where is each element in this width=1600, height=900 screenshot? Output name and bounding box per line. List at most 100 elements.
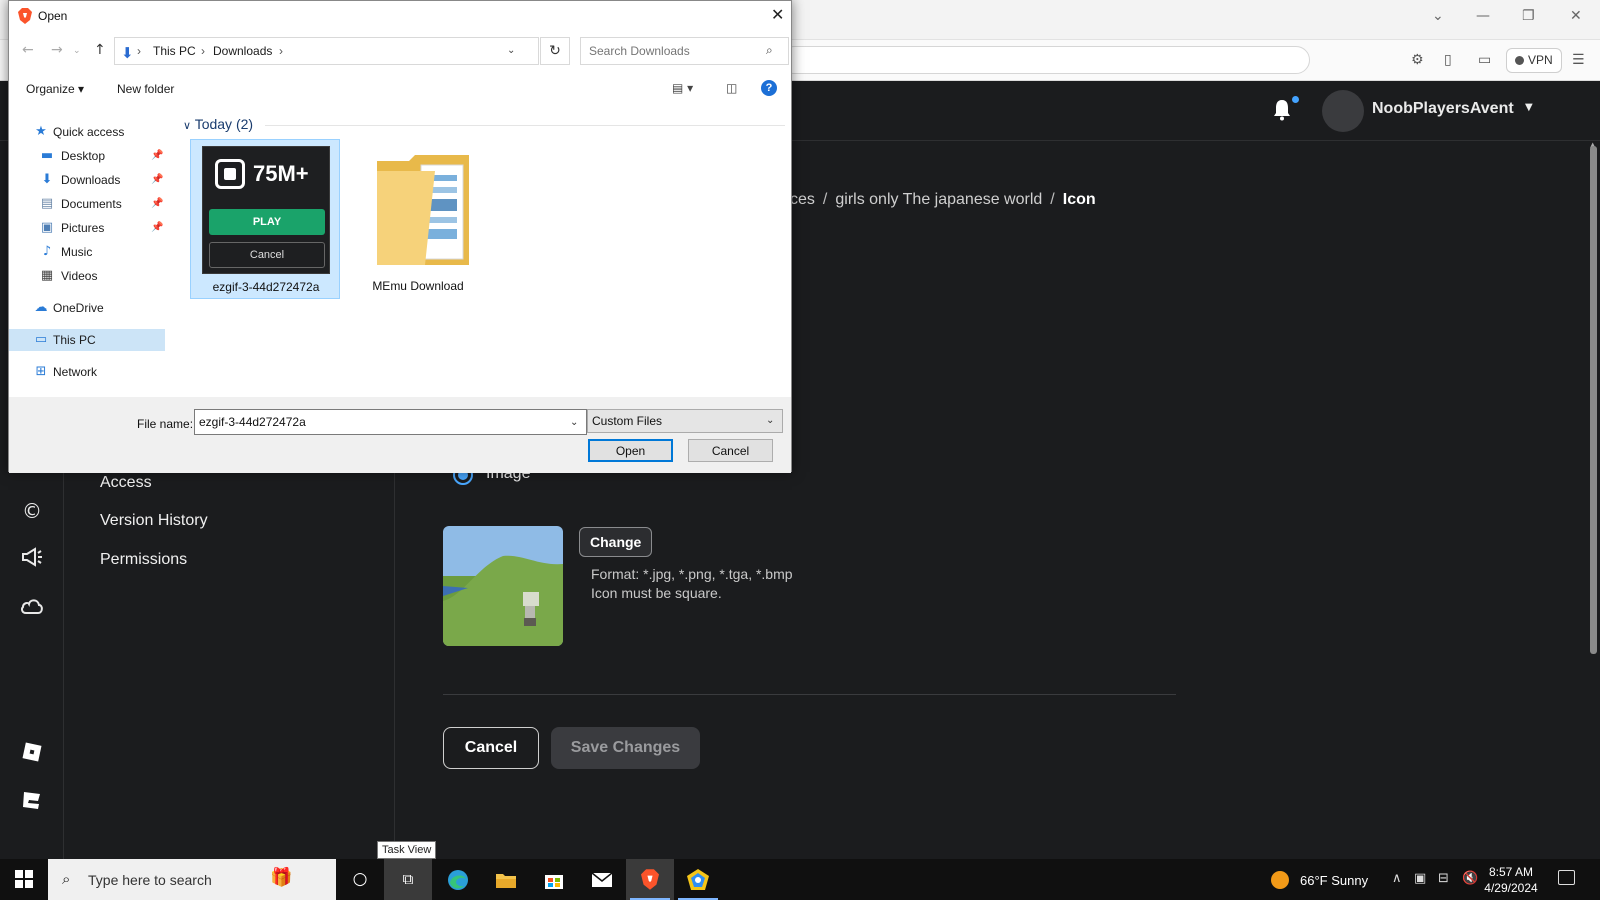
dialog-footer: File name: ⌄ Custom Files ⌄ Open Cancel — [9, 397, 791, 473]
taskbar-search[interactable]: ⌕ Type here to search 🎁 — [48, 859, 336, 900]
nav-network[interactable]: ⊞ Network — [9, 361, 165, 383]
username[interactable]: NoobPlayersAvent — [1372, 100, 1514, 118]
nav-downloads[interactable]: ⬇ Downloads 📌 — [9, 169, 165, 191]
notification-bell-icon[interactable] — [1272, 99, 1292, 121]
address-this-pc[interactable]: This PC — [153, 38, 196, 64]
avatar[interactable] — [1322, 90, 1364, 132]
brave-icon[interactable] — [626, 859, 674, 900]
minimize-icon[interactable]: — — [1476, 8, 1490, 24]
close-icon[interactable]: ✕ — [771, 5, 784, 24]
gif-thumbnail: 75M+ PLAY Cancel — [202, 146, 330, 274]
chevron-up-icon[interactable]: ∧ — [1392, 871, 1402, 886]
mail-icon[interactable] — [578, 859, 626, 900]
megaphone-icon[interactable] — [20, 547, 44, 571]
recent-locations-icon[interactable]: ⌄ — [73, 46, 81, 56]
view-options-icon[interactable]: ▤ ▾ — [672, 81, 693, 95]
breadcrumb: ces / girls only The japanese world / Icon — [790, 191, 1096, 209]
preview-pane-icon[interactable]: ◫ — [726, 81, 737, 95]
nav-videos[interactable]: ▦ Videos — [9, 265, 165, 287]
weather-text[interactable]: 66°F Sunny — [1300, 873, 1368, 888]
chevron-down-icon[interactable]: ⌄ — [570, 417, 578, 428]
menu-icon[interactable]: ☰ — [1572, 52, 1585, 68]
network-icon[interactable]: ⊟ — [1438, 871, 1449, 886]
system-clock[interactable]: 8:57 AM 4/29/2024 — [1476, 864, 1546, 896]
vpn-status-icon — [1515, 56, 1524, 65]
address-bar[interactable] — [780, 46, 1310, 74]
close-window-icon[interactable]: ✕ — [1570, 8, 1582, 24]
roblox-logo-icon[interactable] — [20, 741, 44, 765]
nav-pictures[interactable]: ▣ Pictures 📌 — [9, 217, 165, 239]
open-button[interactable]: Open — [588, 439, 673, 462]
nav-label: Music — [61, 245, 93, 259]
breadcrumb-item[interactable]: ces — [790, 191, 815, 208]
downloads-icon: ⬇ — [41, 172, 53, 187]
nav-quick-access[interactable]: ★ Quick access — [9, 121, 165, 143]
task-view-icon[interactable]: ⧉ — [384, 859, 432, 900]
windows-start-icon[interactable] — [15, 870, 33, 888]
address-downloads[interactable]: Downloads — [213, 38, 272, 64]
new-folder-button[interactable]: New folder — [117, 82, 174, 96]
sidebar-icon[interactable]: ▯ — [1444, 52, 1452, 68]
save-changes-button[interactable]: Save Changes — [551, 727, 700, 769]
file-explorer-icon[interactable] — [482, 859, 530, 900]
change-button[interactable]: Change — [579, 527, 653, 557]
file-name-field[interactable] — [194, 409, 587, 435]
music-icon: ♪ — [42, 244, 52, 259]
menu-item-version-history[interactable]: Version History — [100, 512, 208, 530]
copyright-icon[interactable]: © — [20, 499, 44, 523]
chevron-right-icon[interactable]: › — [279, 38, 283, 64]
roblox-wordmark-icon[interactable] — [20, 789, 44, 813]
forward-arrow-icon[interactable]: → — [51, 42, 63, 58]
dialog-cancel-button[interactable]: Cancel — [688, 439, 773, 462]
chevron-down-icon: ⌄ — [766, 415, 775, 426]
wallet-icon[interactable]: ▭ — [1478, 52, 1491, 68]
chevron-right-icon[interactable]: › — [137, 38, 141, 64]
group-header[interactable]: ∨ Today (2) — [183, 116, 253, 132]
organize-button[interactable]: Organize ▾ — [26, 82, 84, 96]
address-path[interactable]: ⬇ › This PC › Downloads › ⌄ — [114, 37, 539, 65]
edge-icon[interactable] — [434, 859, 482, 900]
file-type-select[interactable]: Custom Files ⌄ — [587, 409, 783, 433]
breadcrumb-separator: / — [1050, 191, 1055, 208]
menu-item-access[interactable]: Access — [100, 474, 152, 492]
tab-list-icon[interactable]: ⌄ — [1432, 8, 1444, 24]
search-icon: ⌕ — [766, 43, 773, 57]
star-icon: ★ — [35, 124, 47, 139]
nav-label: Network — [53, 365, 98, 379]
nav-this-pc[interactable]: ▭ This PC — [9, 329, 165, 351]
user-dropdown-icon[interactable]: ▼ — [1525, 102, 1533, 113]
cancel-button[interactable]: Cancel — [443, 727, 539, 769]
up-arrow-icon[interactable]: ↑ — [94, 42, 106, 58]
file-name-label: ezgif-3-44d272472a — [212, 280, 320, 294]
nav-documents[interactable]: ▤ Documents 📌 — [9, 193, 165, 215]
search-input[interactable] — [580, 37, 789, 65]
cloud-icon[interactable] — [20, 595, 44, 619]
vpn-button[interactable]: VPN — [1506, 48, 1562, 73]
nav-desktop[interactable]: ▬ Desktop 📌 — [9, 145, 165, 167]
meet-now-icon[interactable]: ▣ — [1414, 871, 1426, 886]
breadcrumb-item[interactable]: girls only The japanese world — [835, 191, 1042, 208]
group-header-label: Today (2) — [194, 116, 254, 132]
nav-music[interactable]: ♪ Music — [9, 241, 165, 263]
chevron-down-icon[interactable]: ⌄ — [507, 38, 515, 64]
menu-item-permissions[interactable]: Permissions — [100, 551, 187, 569]
sun-icon[interactable] — [1271, 871, 1289, 889]
file-item-memu[interactable]: MEmu Download — [343, 139, 493, 299]
help-icon[interactable]: ? — [761, 80, 777, 96]
store-icon[interactable] — [530, 859, 578, 900]
notification-center-icon[interactable] — [1558, 870, 1575, 885]
file-list: ∨ Today (2) 75M+ PLAY Cancel ezgif-3-44d… — [165, 109, 793, 397]
nav-label: Documents — [61, 197, 122, 211]
page-scrollbar[interactable] — [1590, 146, 1597, 654]
open-file-dialog: Open ✕ ← → ⌄ ↑ ⬇ › This PC › Downloads ›… — [8, 0, 793, 473]
back-arrow-icon[interactable]: ← — [22, 42, 34, 58]
cortana-icon[interactable]: ○ — [336, 859, 384, 900]
chevron-right-icon[interactable]: › — [201, 38, 205, 64]
nav-onedrive[interactable]: ☁ OneDrive — [9, 297, 165, 319]
file-item-ezgif[interactable]: 75M+ PLAY Cancel ezgif-3-44d272472a — [190, 139, 340, 299]
pin-icon: 📌 — [151, 174, 164, 185]
extensions-icon[interactable]: ⚙ — [1411, 52, 1424, 68]
memu-icon[interactable] — [674, 859, 722, 900]
restore-icon[interactable]: ❐ — [1522, 8, 1535, 24]
refresh-icon[interactable]: ↻ — [540, 37, 570, 65]
